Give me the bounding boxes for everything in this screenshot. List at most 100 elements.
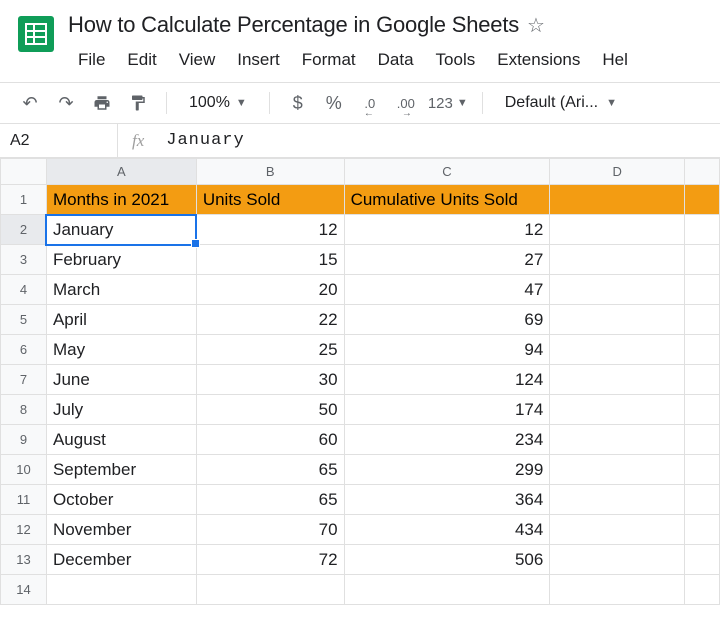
cell[interactable]: Months in 2021 xyxy=(46,185,196,215)
select-all-corner[interactable] xyxy=(1,159,47,185)
row-header[interactable]: 9 xyxy=(1,425,47,455)
cell[interactable]: 70 xyxy=(196,515,344,545)
row-header[interactable]: 13 xyxy=(1,545,47,575)
cell[interactable]: 69 xyxy=(344,305,550,335)
cell[interactable] xyxy=(685,365,720,395)
cell[interactable]: July xyxy=(46,395,196,425)
increase-decimal-button[interactable]: .00→ xyxy=(392,89,420,117)
cell[interactable] xyxy=(685,245,720,275)
cell[interactable] xyxy=(550,515,685,545)
cell[interactable] xyxy=(685,305,720,335)
column-header[interactable]: C xyxy=(344,159,550,185)
cell[interactable]: 94 xyxy=(344,335,550,365)
cell[interactable] xyxy=(550,455,685,485)
menu-help[interactable]: Hel xyxy=(592,46,638,74)
cell[interactable]: Units Sold xyxy=(196,185,344,215)
format-percent-button[interactable]: % xyxy=(320,89,348,117)
cell[interactable] xyxy=(550,185,685,215)
cell[interactable]: 20 xyxy=(196,275,344,305)
spreadsheet-grid[interactable]: ABCD 1Months in 2021Units SoldCumulative… xyxy=(0,158,720,605)
cell[interactable]: November xyxy=(46,515,196,545)
menu-extensions[interactable]: Extensions xyxy=(487,46,590,74)
cell[interactable] xyxy=(685,335,720,365)
row-header[interactable]: 10 xyxy=(1,455,47,485)
row-header[interactable]: 14 xyxy=(1,575,47,605)
column-header[interactable] xyxy=(685,159,720,185)
cell[interactable]: 364 xyxy=(344,485,550,515)
row-header[interactable]: 1 xyxy=(1,185,47,215)
menu-file[interactable]: File xyxy=(68,46,115,74)
star-icon[interactable]: ☆ xyxy=(527,13,545,38)
paint-format-icon[interactable] xyxy=(124,89,152,117)
cell[interactable]: 65 xyxy=(196,485,344,515)
cell[interactable]: 15 xyxy=(196,245,344,275)
formula-bar[interactable]: January xyxy=(158,131,720,150)
column-header[interactable]: B xyxy=(196,159,344,185)
column-header[interactable]: D xyxy=(550,159,685,185)
cell[interactable]: 12 xyxy=(344,215,550,245)
cell[interactable] xyxy=(344,575,550,605)
cell[interactable]: September xyxy=(46,455,196,485)
row-header[interactable]: 3 xyxy=(1,245,47,275)
cell[interactable]: 506 xyxy=(344,545,550,575)
cell[interactable]: Cumulative Units Sold xyxy=(344,185,550,215)
cell[interactable] xyxy=(685,575,720,605)
cell[interactable]: 47 xyxy=(344,275,550,305)
cell[interactable]: October xyxy=(46,485,196,515)
cell[interactable]: 234 xyxy=(344,425,550,455)
cell[interactable]: 22 xyxy=(196,305,344,335)
name-box[interactable]: A2 xyxy=(0,124,118,157)
row-header[interactable]: 6 xyxy=(1,335,47,365)
cell[interactable] xyxy=(550,395,685,425)
menu-view[interactable]: View xyxy=(169,46,226,74)
cell[interactable]: April xyxy=(46,305,196,335)
sheets-logo[interactable] xyxy=(16,8,56,60)
cell[interactable] xyxy=(550,545,685,575)
cell[interactable]: 27 xyxy=(344,245,550,275)
row-header[interactable]: 11 xyxy=(1,485,47,515)
cell[interactable]: 25 xyxy=(196,335,344,365)
font-select[interactable]: Default (Ari...▼ xyxy=(497,94,625,112)
cell[interactable]: December xyxy=(46,545,196,575)
row-header[interactable]: 5 xyxy=(1,305,47,335)
cell[interactable] xyxy=(550,275,685,305)
menu-data[interactable]: Data xyxy=(368,46,424,74)
undo-icon[interactable]: ↶ xyxy=(16,89,44,117)
menu-insert[interactable]: Insert xyxy=(227,46,290,74)
cell[interactable] xyxy=(685,455,720,485)
menu-edit[interactable]: Edit xyxy=(117,46,166,74)
cell[interactable]: 60 xyxy=(196,425,344,455)
column-header[interactable]: A xyxy=(46,159,196,185)
cell[interactable] xyxy=(46,575,196,605)
cell[interactable]: 174 xyxy=(344,395,550,425)
cell[interactable] xyxy=(685,185,720,215)
cell[interactable] xyxy=(685,275,720,305)
cell[interactable] xyxy=(550,425,685,455)
cell[interactable] xyxy=(550,335,685,365)
cell[interactable] xyxy=(550,215,685,245)
document-title[interactable]: How to Calculate Percentage in Google Sh… xyxy=(68,12,519,38)
cell[interactable] xyxy=(550,305,685,335)
cell[interactable]: 299 xyxy=(344,455,550,485)
cell[interactable]: 50 xyxy=(196,395,344,425)
cell[interactable]: 12 xyxy=(196,215,344,245)
cell[interactable]: June xyxy=(46,365,196,395)
redo-icon[interactable]: ↷ xyxy=(52,89,80,117)
more-formats-button[interactable]: 123▼ xyxy=(428,89,468,117)
cell[interactable] xyxy=(685,425,720,455)
cell[interactable] xyxy=(196,575,344,605)
cell[interactable]: May xyxy=(46,335,196,365)
row-header[interactable]: 2 xyxy=(1,215,47,245)
cell[interactable] xyxy=(685,515,720,545)
cell[interactable]: 65 xyxy=(196,455,344,485)
row-header[interactable]: 12 xyxy=(1,515,47,545)
print-icon[interactable] xyxy=(88,89,116,117)
cell[interactable]: March xyxy=(46,275,196,305)
menu-format[interactable]: Format xyxy=(292,46,366,74)
cell[interactable]: August xyxy=(46,425,196,455)
cell[interactable] xyxy=(685,395,720,425)
cell[interactable]: 124 xyxy=(344,365,550,395)
cell[interactable]: February xyxy=(46,245,196,275)
decrease-decimal-button[interactable]: .0← xyxy=(356,89,384,117)
cell[interactable] xyxy=(550,245,685,275)
